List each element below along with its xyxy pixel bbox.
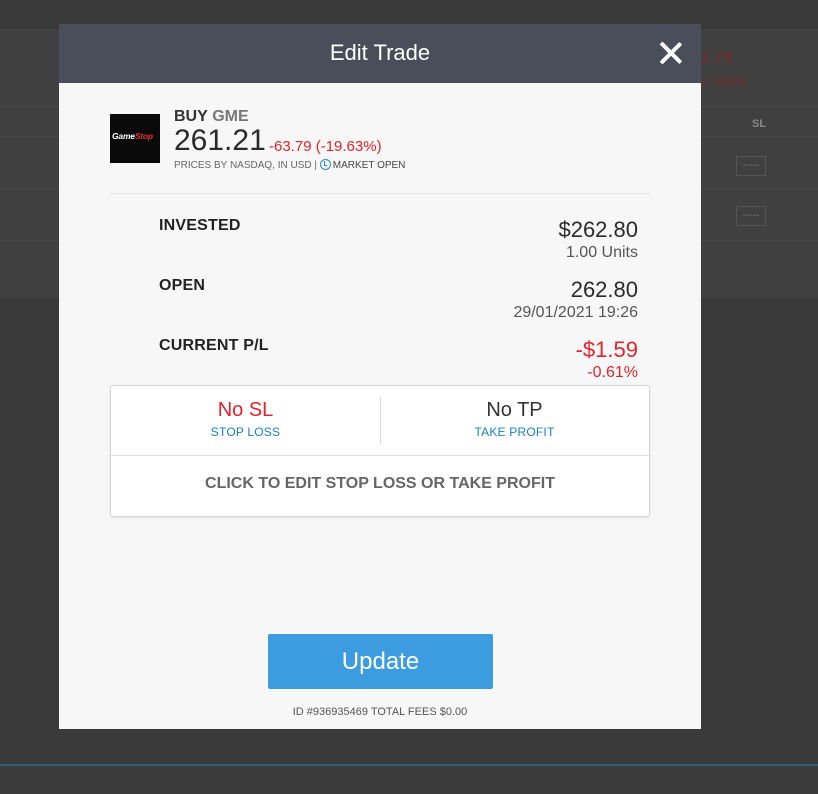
sl-tp-panel: No SL STOP LOSS No TP TAKE PROFIT CLICK … xyxy=(110,385,650,517)
take-profit-field[interactable]: No TP TAKE PROFIT xyxy=(380,386,649,455)
stop-loss-caption: STOP LOSS xyxy=(210,425,281,439)
dialog-header: Edit Trade xyxy=(59,24,701,83)
trade-action: BUY xyxy=(174,108,208,125)
stop-loss-field[interactable]: No SL STOP LOSS xyxy=(111,386,380,455)
prices-note: PRICES BY NASDAQ, IN USD | xyxy=(174,160,318,171)
background-footer-bar xyxy=(0,764,818,794)
open-price: 262.80 xyxy=(570,277,638,302)
logo-text-stop: Stop xyxy=(134,131,153,141)
logo-text-game: Game xyxy=(112,131,135,141)
open-label: OPEN xyxy=(159,277,206,294)
take-profit-value: No TP xyxy=(486,399,543,421)
trade-id-fees: ID #936935469 TOTAL FEES $0.00 xyxy=(292,706,468,718)
take-profit-caption: TAKE PROFIT xyxy=(474,425,555,439)
gamestop-logo: GameStop xyxy=(110,114,160,163)
edit-trade-dialog: Edit Trade GameStop BUY GME 261.21 -63.7… xyxy=(59,24,701,729)
invested-units: 1.00 Units xyxy=(565,244,638,261)
background-sl-header: SL xyxy=(752,118,767,130)
background-percent: (-7.69%) xyxy=(700,75,747,89)
current-pl-percent: -0.61% xyxy=(587,364,638,381)
edit-sl-tp-button[interactable]: CLICK TO EDIT STOP LOSS OR TAKE PROFIT xyxy=(111,455,649,517)
invested-label: INVESTED xyxy=(159,217,241,234)
invested-value: $262.80 xyxy=(558,217,638,242)
stop-loss-value: No SL xyxy=(217,399,274,421)
background-sl-cell: ----- xyxy=(736,206,766,226)
price-source-note: PRICES BY NASDAQ, IN USD | MARKET OPEN xyxy=(174,159,405,171)
instrument-symbol: GME xyxy=(212,108,249,125)
dialog-title: Edit Trade xyxy=(329,40,431,65)
update-button[interactable]: Update xyxy=(268,634,493,689)
current-pl-label: CURRENT P/L xyxy=(159,337,269,354)
open-datetime: 29/01/2021 19:26 xyxy=(513,304,638,321)
instrument-summary: GameStop BUY GME 261.21 -63.79 (-19.63%)… xyxy=(110,108,650,194)
instrument-price: 261.21 xyxy=(174,124,266,157)
price-change: -63.79 (-19.63%) xyxy=(269,138,382,155)
clock-icon xyxy=(319,159,331,170)
market-status: MARKET OPEN xyxy=(332,160,406,171)
background-value: 1.76 xyxy=(700,48,734,67)
current-pl-value: -$1.59 xyxy=(575,337,638,362)
close-icon[interactable] xyxy=(657,39,685,67)
background-sl-cell: ----- xyxy=(736,156,766,176)
logo-wordmark: GameStop xyxy=(112,131,153,141)
